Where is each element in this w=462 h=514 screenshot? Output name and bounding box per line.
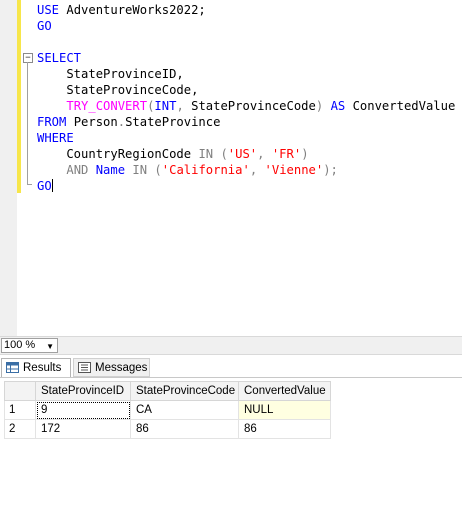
code-token: AS (330, 99, 353, 113)
grid-cell[interactable]: CA (130, 400, 239, 420)
row-number[interactable]: 2 (4, 419, 36, 439)
code-token: FROM (37, 115, 74, 129)
code-line[interactable]: GO (37, 18, 455, 34)
tab-messages-label: Messages (95, 362, 148, 374)
tab-results-label: Results (23, 362, 62, 374)
grid-cell[interactable]: 86 (238, 419, 331, 439)
column-header[interactable]: StateProvinceCode (130, 381, 239, 401)
code-token: WHERE (37, 131, 74, 145)
fold-guide-end (27, 184, 32, 185)
code-token: CountryRegionCode (37, 147, 199, 161)
zoom-dropdown[interactable]: 100 % ▼ (1, 338, 58, 353)
code-token: ) (315, 99, 331, 113)
chevron-down-icon: ▼ (46, 342, 54, 351)
grid-corner-cell[interactable] (4, 381, 36, 401)
row-number[interactable]: 1 (4, 400, 36, 420)
code-token: GO (37, 19, 52, 33)
code-token: AND (66, 163, 96, 177)
code-token: StateProvinceCode, (37, 83, 199, 97)
grid-icon (6, 361, 19, 373)
code-token: 'Vienne' (264, 163, 324, 177)
code-token: IN (198, 147, 221, 161)
code-token: StateProvinceCode (191, 99, 316, 113)
fold-guide-line (27, 62, 28, 184)
code-token: StateProvince (125, 115, 221, 129)
table-row: 1 9 CA NULL (4, 400, 331, 420)
editor-gutter (0, 0, 17, 336)
code-line[interactable]: StateProvinceID, (37, 66, 455, 82)
code-line[interactable]: SELECT (37, 50, 455, 66)
text-caret (51, 179, 53, 192)
table-row: 2 172 86 86 (4, 419, 331, 439)
code-token: ( (154, 163, 162, 177)
query-editor[interactable]: − USE AdventureWorks2022; GO SELECT StateP… (0, 0, 462, 336)
code-line[interactable]: USE AdventureWorks2022; (37, 2, 455, 18)
zoom-value: 100 % (4, 339, 36, 351)
grid-header-row: StateProvinceID StateProvinceCode Conver… (4, 381, 331, 401)
code-token: 'FR' (271, 147, 302, 161)
code-line[interactable]: GO (37, 178, 455, 194)
column-header[interactable]: ConvertedValue (238, 381, 331, 401)
grid-cell[interactable]: 86 (130, 419, 239, 439)
code-token: StateProvinceID, (37, 67, 184, 81)
results-grid-area[interactable]: StateProvinceID StateProvinceCode Conver… (0, 377, 462, 514)
tab-results[interactable]: Results (1, 358, 71, 377)
code-token: 'US' (227, 147, 258, 161)
code-token: Name (95, 163, 133, 177)
sql-code[interactable]: USE AdventureWorks2022; GO SELECT StatePro… (37, 2, 455, 194)
code-token: INT (154, 99, 177, 113)
code-token: SELECT (37, 51, 82, 65)
code-line[interactable]: WHERE (37, 130, 455, 146)
results-grid[interactable]: StateProvinceID StateProvinceCode Conver… (4, 381, 331, 439)
code-line[interactable]: StateProvinceCode, (37, 82, 455, 98)
code-line[interactable]: TRY_CONVERT(INT, StateProvinceCode) AS C… (37, 98, 455, 114)
code-token: AdventureWorks2022; (66, 3, 206, 17)
code-token: TRY_CONVERT (66, 99, 148, 113)
code-line[interactable]: CountryRegionCode IN ('US', 'FR') (37, 146, 455, 162)
code-token: , (257, 147, 272, 161)
code-token: ); (323, 163, 338, 177)
code-token: . (117, 115, 126, 129)
grid-cell[interactable]: 9 (35, 400, 131, 420)
code-token: 'California' (161, 163, 250, 177)
results-tabs: Results Messages (0, 355, 462, 377)
code-token: ) (301, 147, 309, 161)
code-line[interactable] (37, 34, 455, 50)
change-tracking-bar (17, 0, 21, 193)
editor-statusbar: 100 % ▼ (0, 336, 462, 355)
code-token: IN (132, 163, 155, 177)
messages-icon (78, 361, 91, 373)
tab-messages[interactable]: Messages (73, 358, 150, 377)
code-token: GO (37, 179, 52, 193)
code-line[interactable]: AND Name IN ('California', 'Vienne'); (37, 162, 455, 178)
code-token: , (249, 163, 265, 177)
column-header[interactable]: StateProvinceID (35, 381, 131, 401)
collapse-icon[interactable]: − (23, 53, 33, 63)
code-token: , (176, 99, 192, 113)
code-token: ConvertedValue (352, 99, 456, 113)
code-token: USE (37, 3, 67, 17)
grid-cell[interactable]: NULL (238, 400, 331, 420)
code-token: Person (73, 115, 118, 129)
code-token: ( (220, 147, 228, 161)
code-line[interactable]: FROM Person.StateProvince (37, 114, 455, 130)
grid-cell[interactable]: 172 (35, 419, 131, 439)
